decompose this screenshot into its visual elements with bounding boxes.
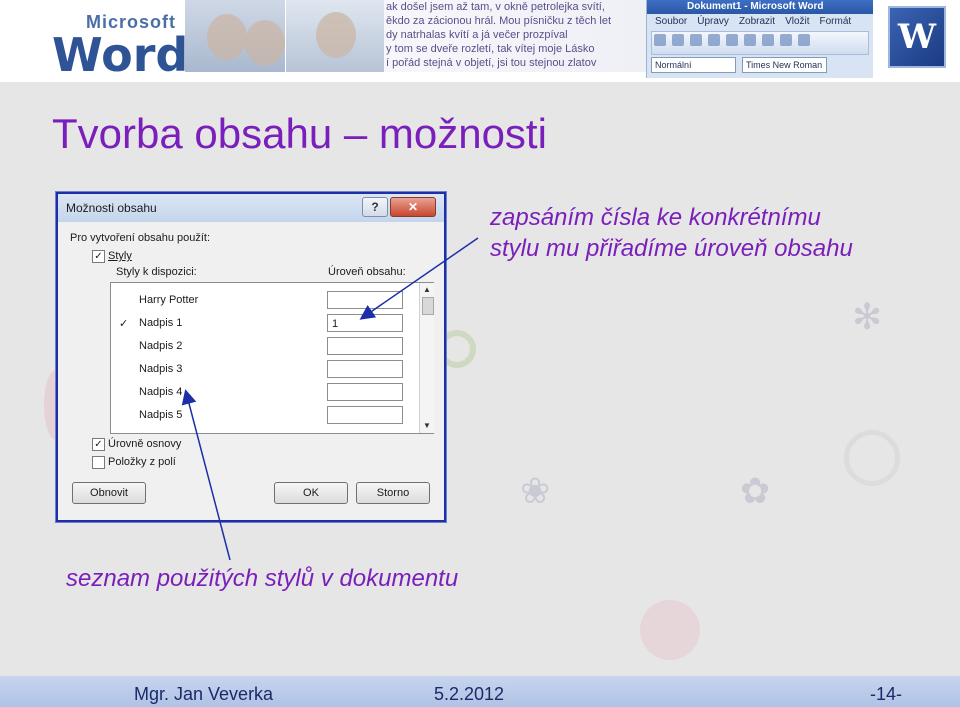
field-entries-checkbox[interactable] <box>92 456 105 469</box>
decor-flower-icon: ✻ <box>852 296 883 337</box>
banner-photo-girl <box>286 0 386 72</box>
print-icon <box>708 34 720 46</box>
decor-petal <box>640 600 700 660</box>
scroll-up-icon[interactable]: ▲ <box>420 283 434 297</box>
style-item[interactable]: Harry Potter <box>139 294 198 306</box>
paste-icon <box>798 34 810 46</box>
styles-list[interactable]: Harry Potter ✓ Nadpis 1 1 Nadpis 2 Nadpi… <box>110 282 434 434</box>
toc-level-label: Úroveň obsahu: <box>328 266 406 278</box>
menu-item: Zobrazit <box>738 16 776 27</box>
level-input[interactable] <box>327 360 403 378</box>
dialog-titlebar: Možnosti obsahu ? ✕ <box>58 194 444 222</box>
footer-bar: Mgr. Jan Veverka 5.2.2012 -14- <box>0 676 960 707</box>
styles-scrollbar[interactable]: ▲ ▼ <box>419 283 434 433</box>
poem-line: ak došel jsem až tam, v okně petrolejka … <box>386 1 605 13</box>
cut-icon <box>762 34 774 46</box>
close-button[interactable]: ✕ <box>390 197 436 217</box>
poem-line: í pořád stejná v objetí, jsi tou stejnou… <box>386 57 597 69</box>
slide-title: Tvorba obsahu – možnosti <box>52 110 547 157</box>
save-icon <box>690 34 702 46</box>
annotation-styles-note: seznam použitých stylů v dokumentu <box>66 565 459 592</box>
style-item[interactable]: Nadpis 4 <box>139 386 182 398</box>
decor-no-sign-icon <box>844 430 900 486</box>
style-item[interactable]: Nadpis 1 <box>139 317 182 329</box>
word-app-icon: W <box>888 6 946 68</box>
copy-icon <box>780 34 792 46</box>
available-styles-label: Styly k dispozici: <box>116 266 197 278</box>
style-field: Normální <box>651 57 736 73</box>
poem-line: dy natrhalas kvítí a já večer prozpíval <box>386 29 568 41</box>
menu-item: Soubor <box>655 16 688 27</box>
open-icon <box>672 34 684 46</box>
logo-word-text: Word <box>52 28 189 82</box>
word-ui-screenshot: Dokument1 - Microsoft Word Soubor Úpravy… <box>646 0 873 78</box>
menu-item: Formát <box>819 16 852 27</box>
footer-page-number: -14- <box>870 684 903 704</box>
microsoft-word-logo: Microsoft Word <box>24 6 188 82</box>
font-field: Times New Roman <box>742 57 827 73</box>
style-item[interactable]: Nadpis 5 <box>139 409 182 421</box>
spellcheck-icon <box>744 34 756 46</box>
decor-flower-icon: ❀ <box>520 470 551 511</box>
toc-options-dialog: Možnosti obsahu ? ✕ Pro vytvoření obsahu… <box>56 192 446 522</box>
level-input[interactable] <box>327 383 403 401</box>
poem-line: ěkdo za zácionou hrál. Mou písničku z tě… <box>386 15 612 27</box>
annotation-level-note: zapsáním čísla ke konkrétnímu stylu mu p… <box>490 204 853 262</box>
cancel-button[interactable]: Storno <box>356 482 430 504</box>
styles-checkbox[interactable]: ✓ <box>92 250 105 263</box>
word-menubar: Soubor Úpravy Zobrazit Vložit Formát <box>647 14 873 29</box>
scroll-down-icon[interactable]: ▼ <box>420 419 434 433</box>
level-input[interactable] <box>327 406 403 424</box>
footer-date: 5.2.2012 <box>434 684 505 704</box>
style-item[interactable]: Nadpis 3 <box>139 363 182 375</box>
style-item[interactable]: Nadpis 2 <box>139 340 182 352</box>
decor-flower-icon: ✿ <box>740 470 771 511</box>
banner-photo-children <box>185 0 285 72</box>
outline-levels-checkbox[interactable]: ✓ <box>92 438 105 451</box>
dialog-title: Možnosti obsahu <box>66 201 157 215</box>
menu-item: Úpravy <box>697 16 729 27</box>
outline-levels-label: Úrovně osnovy <box>108 438 182 450</box>
new-doc-icon <box>654 34 666 46</box>
footer-author: Mgr. Jan Veverka <box>134 684 274 704</box>
word-format-bar: Normální Times New Roman <box>651 57 869 73</box>
level-input[interactable] <box>327 337 403 355</box>
poem-line: y tom se dveře rozletí, tak vítej moje L… <box>386 43 595 55</box>
level-input[interactable]: 1 <box>327 314 403 332</box>
header-banner: Microsoft Word ak došel jsem až tam, v o… <box>0 0 960 82</box>
styles-checkbox-label: Styly <box>108 250 132 262</box>
style-check-icon: ✓ <box>119 318 129 330</box>
scroll-thumb[interactable] <box>422 297 434 315</box>
help-button[interactable]: ? <box>362 197 388 217</box>
reset-button[interactable]: Obnovit <box>72 482 146 504</box>
build-from-label: Pro vytvoření obsahu použít: <box>70 232 211 244</box>
ok-button[interactable]: OK <box>274 482 348 504</box>
menu-item: Vložit <box>785 16 810 27</box>
word-toolbar <box>651 31 869 55</box>
word-window-title: Dokument1 - Microsoft Word <box>647 0 873 14</box>
banner-poem-text: ak došel jsem až tam, v okně petrolejka … <box>384 0 646 72</box>
level-input[interactable] <box>327 291 403 309</box>
preview-icon <box>726 34 738 46</box>
field-entries-label: Položky z polí <box>108 456 176 468</box>
